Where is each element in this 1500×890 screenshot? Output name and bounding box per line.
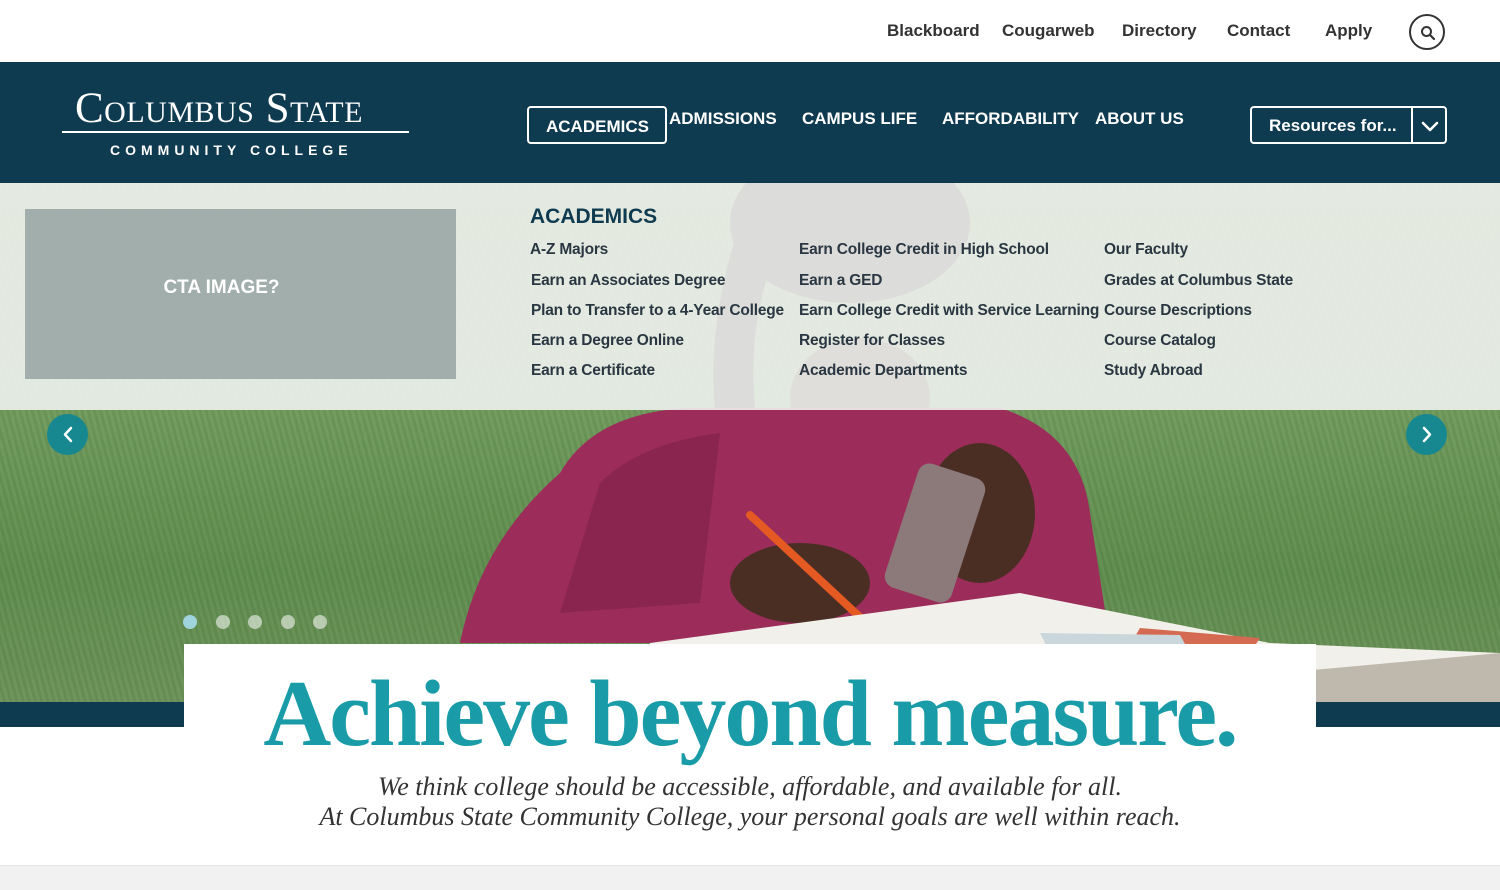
menu-link-service-learning[interactable]: Earn College Credit with Service Learnin… xyxy=(799,302,1099,320)
hero-subline-2: At Columbus State Community College, you… xyxy=(319,802,1181,831)
chevron-right-icon xyxy=(1422,426,1432,443)
resources-dropdown[interactable]: Resources for... xyxy=(1250,106,1447,144)
menu-link-grades[interactable]: Grades at Columbus State xyxy=(1104,272,1293,290)
menu-link-associates-degree[interactable]: Earn an Associates Degree xyxy=(531,272,726,290)
logo-title: Columbus State xyxy=(75,85,363,132)
carousel-dot-5[interactable] xyxy=(313,615,327,629)
nav-admissions[interactable]: ADMISSIONS xyxy=(669,109,777,129)
hero-subline-1: We think college should be accessible, a… xyxy=(378,772,1122,801)
menu-link-degree-online[interactable]: Earn a Degree Online xyxy=(531,332,684,350)
page-bottom-band xyxy=(0,865,1500,890)
main-header: Columbus State COMMUNITY COLLEGE ACADEMI… xyxy=(0,62,1500,183)
nav-campus-life[interactable]: CAMPUS LIFE xyxy=(802,109,917,129)
resources-divider xyxy=(1411,108,1413,142)
carousel-dot-4[interactable] xyxy=(281,615,295,629)
menu-link-certificate[interactable]: Earn a Certificate xyxy=(531,362,655,380)
menu-link-ged[interactable]: Earn a GED xyxy=(799,272,882,290)
logo-subtitle: COMMUNITY COLLEGE xyxy=(110,142,353,158)
menu-link-course-catalog[interactable]: Course Catalog xyxy=(1104,332,1216,350)
logo-divider xyxy=(62,131,409,133)
resources-label: Resources for... xyxy=(1269,116,1397,135)
menu-link-academic-departments[interactable]: Academic Departments xyxy=(799,362,967,380)
utility-link-cougarweb[interactable]: Cougarweb xyxy=(1002,21,1095,41)
utility-link-blackboard[interactable]: Blackboard xyxy=(887,21,980,41)
nav-about-us[interactable]: ABOUT US xyxy=(1095,109,1184,129)
chevron-down-icon xyxy=(1421,121,1439,132)
carousel-dot-3[interactable] xyxy=(248,615,262,629)
menu-link-transfer[interactable]: Plan to Transfer to a 4-Year College xyxy=(531,302,784,320)
carousel-next-button[interactable] xyxy=(1406,414,1447,455)
carousel-dot-2[interactable] xyxy=(216,615,230,629)
cta-label: CTA IMAGE? xyxy=(163,277,280,298)
utility-link-apply[interactable]: Apply xyxy=(1325,21,1372,41)
chevron-left-icon xyxy=(63,426,73,443)
menu-link-course-descriptions[interactable]: Course Descriptions xyxy=(1104,302,1252,320)
search-button[interactable] xyxy=(1409,14,1445,50)
menu-link-our-faculty[interactable]: Our Faculty xyxy=(1104,241,1188,259)
utility-link-contact[interactable]: Contact xyxy=(1227,21,1290,41)
nav-affordability[interactable]: AFFORDABILITY xyxy=(942,109,1079,129)
mega-menu-title: ACADEMICS xyxy=(530,205,658,228)
hero-headline: Achieve beyond measure. xyxy=(263,662,1238,766)
carousel-prev-button[interactable] xyxy=(47,414,88,455)
menu-link-a-z-majors[interactable]: A-Z Majors xyxy=(530,241,608,259)
search-icon xyxy=(1421,26,1436,41)
academics-mega-menu: CTA IMAGE? ACADEMICS A-Z Majors Earn an … xyxy=(0,183,1500,410)
menu-link-study-abroad[interactable]: Study Abroad xyxy=(1104,362,1203,380)
college-logo[interactable]: Columbus State COMMUNITY COLLEGE xyxy=(62,84,409,164)
carousel-dot-1[interactable] xyxy=(183,615,197,629)
utility-bar: Blackboard Cougarweb Directory Contact A… xyxy=(0,0,1500,62)
nav-academics[interactable]: ACADEMICS xyxy=(527,106,667,144)
tagline-panel: Achieve beyond measure. We think college… xyxy=(184,644,1316,865)
menu-link-credit-high-school[interactable]: Earn College Credit in High School xyxy=(799,241,1049,259)
menu-link-register-classes[interactable]: Register for Classes xyxy=(799,332,945,350)
utility-link-directory[interactable]: Directory xyxy=(1122,21,1197,41)
